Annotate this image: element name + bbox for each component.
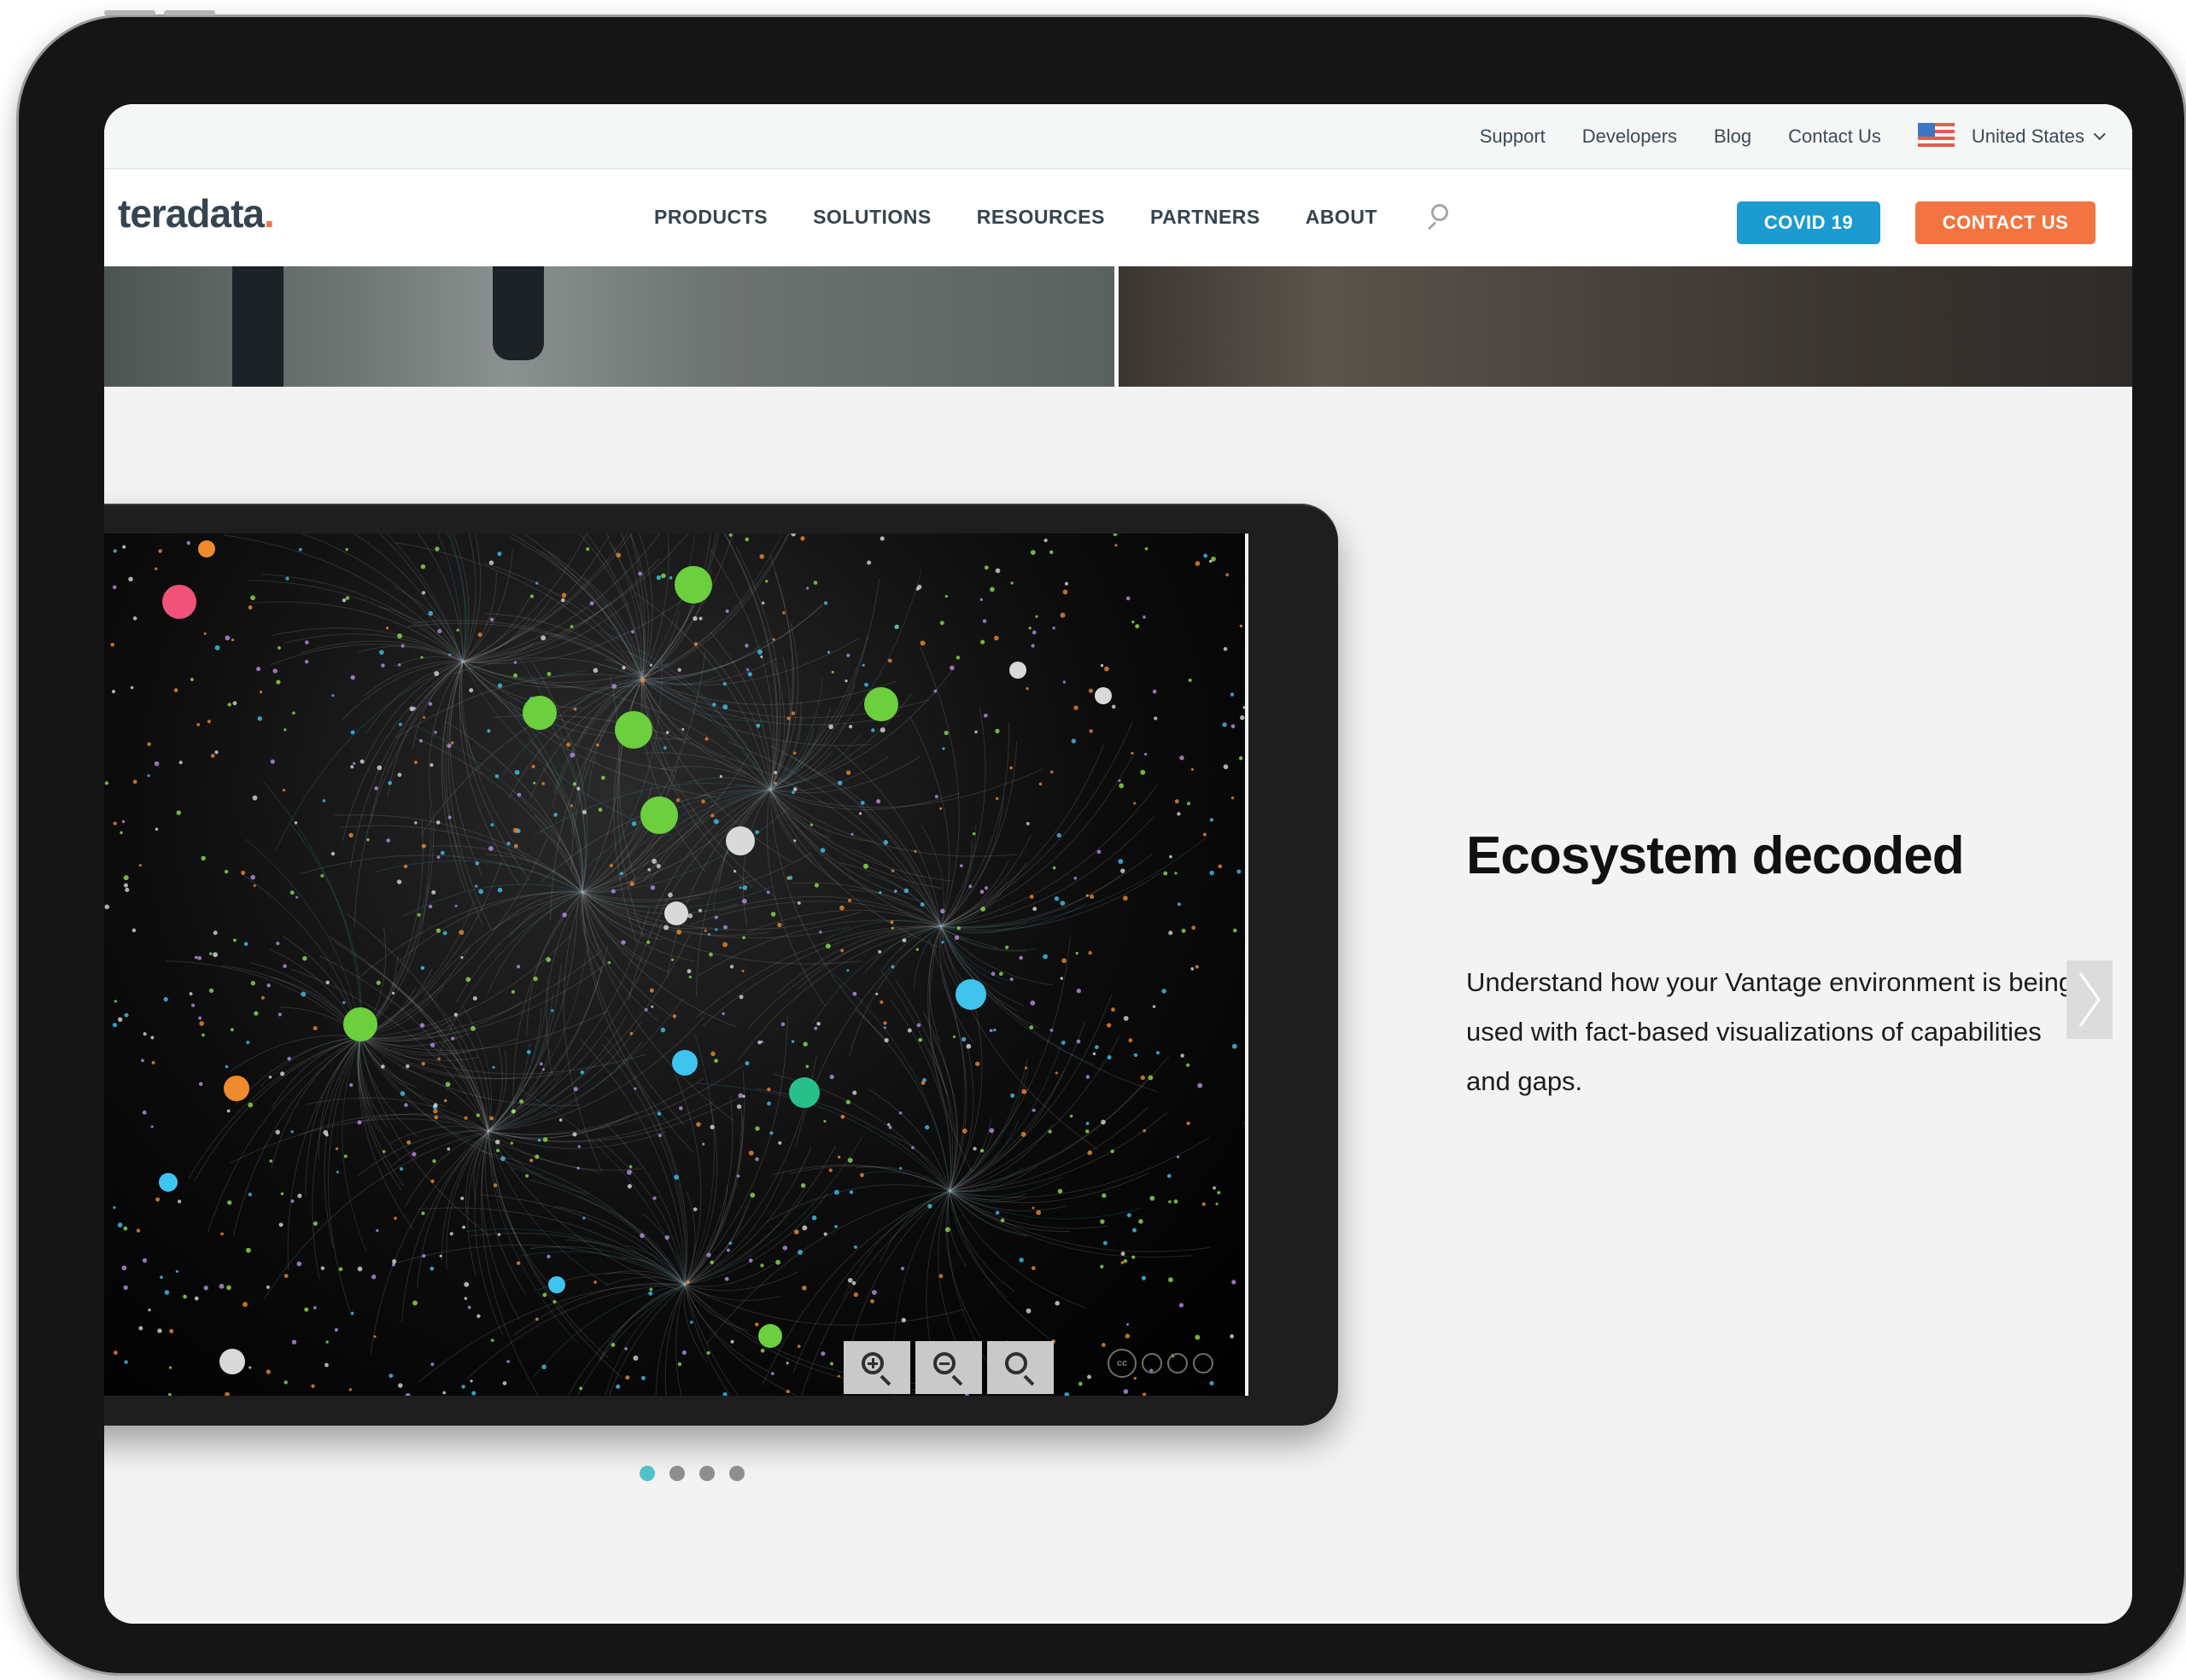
zoom-in-icon bbox=[860, 1350, 894, 1386]
volume-button bbox=[164, 10, 215, 15]
teradata-logo[interactable]: teradata. bbox=[118, 190, 275, 236]
carousel-next-button[interactable] bbox=[2066, 960, 2113, 1039]
graph-node bbox=[159, 1173, 178, 1192]
utility-bar: Support Developers Blog Contact Us Unite… bbox=[104, 104, 2132, 169]
zoom-controls bbox=[844, 1341, 1054, 1394]
tablet-device-frame: Support Developers Blog Contact Us Unite… bbox=[19, 10, 2184, 1673]
graph-node bbox=[726, 826, 755, 855]
network-visualization: cc bbox=[104, 534, 1248, 1396]
graph-node bbox=[224, 1076, 249, 1101]
office-photo bbox=[104, 266, 1114, 387]
logo-dot: . bbox=[263, 191, 275, 236]
carousel-dot[interactable] bbox=[699, 1466, 715, 1481]
zoom-in-button[interactable] bbox=[844, 1341, 910, 1394]
carousel-dot[interactable] bbox=[669, 1466, 685, 1481]
chevron-right-icon bbox=[2078, 972, 2101, 1027]
slide-title: Ecosystem decoded bbox=[1466, 826, 1965, 885]
network-graph bbox=[104, 534, 1245, 1396]
tablet-mockup: cc bbox=[104, 504, 1338, 1426]
carousel-dot[interactable] bbox=[729, 1466, 745, 1481]
developers-link[interactable]: Developers bbox=[1582, 125, 1677, 148]
country-selector[interactable]: United States bbox=[1971, 125, 2106, 148]
nav-solutions[interactable]: SOLUTIONS bbox=[813, 206, 932, 229]
chevron-down-icon bbox=[2093, 127, 2106, 140]
graph-node bbox=[864, 687, 898, 721]
contact-us-button[interactable]: CONTACT US bbox=[1915, 201, 2095, 244]
graph-node bbox=[758, 1324, 782, 1348]
cc-nc-icon[interactable] bbox=[1167, 1353, 1188, 1374]
contact-us-link[interactable]: Contact Us bbox=[1788, 125, 1881, 148]
country-label: United States bbox=[1971, 125, 2084, 147]
nav-about[interactable]: ABOUT bbox=[1306, 206, 1377, 229]
carousel-dot[interactable] bbox=[640, 1466, 655, 1481]
logo-text: teradata bbox=[118, 191, 265, 236]
graph-node bbox=[615, 711, 652, 749]
support-link[interactable]: Support bbox=[1480, 125, 1546, 148]
graph-node bbox=[664, 901, 688, 925]
nav-products[interactable]: PRODUCTS bbox=[654, 206, 768, 229]
graph-node bbox=[523, 696, 557, 730]
zoom-out-icon bbox=[932, 1350, 966, 1386]
graph-node bbox=[672, 1050, 698, 1076]
cc-sa-icon[interactable] bbox=[1193, 1353, 1213, 1374]
graph-node bbox=[343, 1007, 377, 1041]
graph-node bbox=[198, 540, 215, 557]
carousel-dots bbox=[640, 1466, 745, 1481]
blog-link[interactable]: Blog bbox=[1714, 125, 1751, 148]
graph-node bbox=[162, 585, 196, 619]
graph-node bbox=[1095, 687, 1112, 704]
graph-node bbox=[640, 796, 678, 834]
slide-body: Understand how your Vantage environment … bbox=[1466, 967, 2074, 1096]
zoom-out-button[interactable] bbox=[915, 1341, 982, 1394]
search-icon[interactable] bbox=[1423, 202, 1452, 231]
cloud-photo bbox=[1119, 266, 2132, 387]
graph-node bbox=[1009, 662, 1026, 679]
graph-node bbox=[548, 1276, 565, 1293]
volume-button bbox=[104, 10, 155, 15]
main-header: teradata. PRODUCTS SOLUTIONS RESOURCES P… bbox=[104, 170, 2132, 266]
us-flag-icon bbox=[1917, 122, 1955, 150]
photo-strip bbox=[104, 266, 2132, 387]
reset-zoom-button[interactable] bbox=[987, 1341, 1054, 1394]
browser-viewport: Support Developers Blog Contact Us Unite… bbox=[104, 104, 2132, 1624]
covid-19-button[interactable]: COVID 19 bbox=[1737, 201, 1880, 244]
nav-resources[interactable]: RESOURCES bbox=[977, 206, 1105, 229]
primary-nav: PRODUCTS SOLUTIONS RESOURCES PARTNERS AB… bbox=[654, 202, 1452, 231]
cc-by-icon[interactable] bbox=[1142, 1353, 1162, 1374]
graph-node bbox=[675, 566, 712, 604]
license-icons: cc bbox=[1108, 1349, 1213, 1378]
magnifier-icon bbox=[1003, 1350, 1037, 1386]
graph-node bbox=[789, 1077, 820, 1108]
graph-node bbox=[956, 979, 986, 1010]
nav-partners[interactable]: PARTNERS bbox=[1150, 206, 1260, 229]
cc-icon[interactable]: cc bbox=[1108, 1349, 1137, 1378]
graph-node bbox=[219, 1349, 245, 1374]
